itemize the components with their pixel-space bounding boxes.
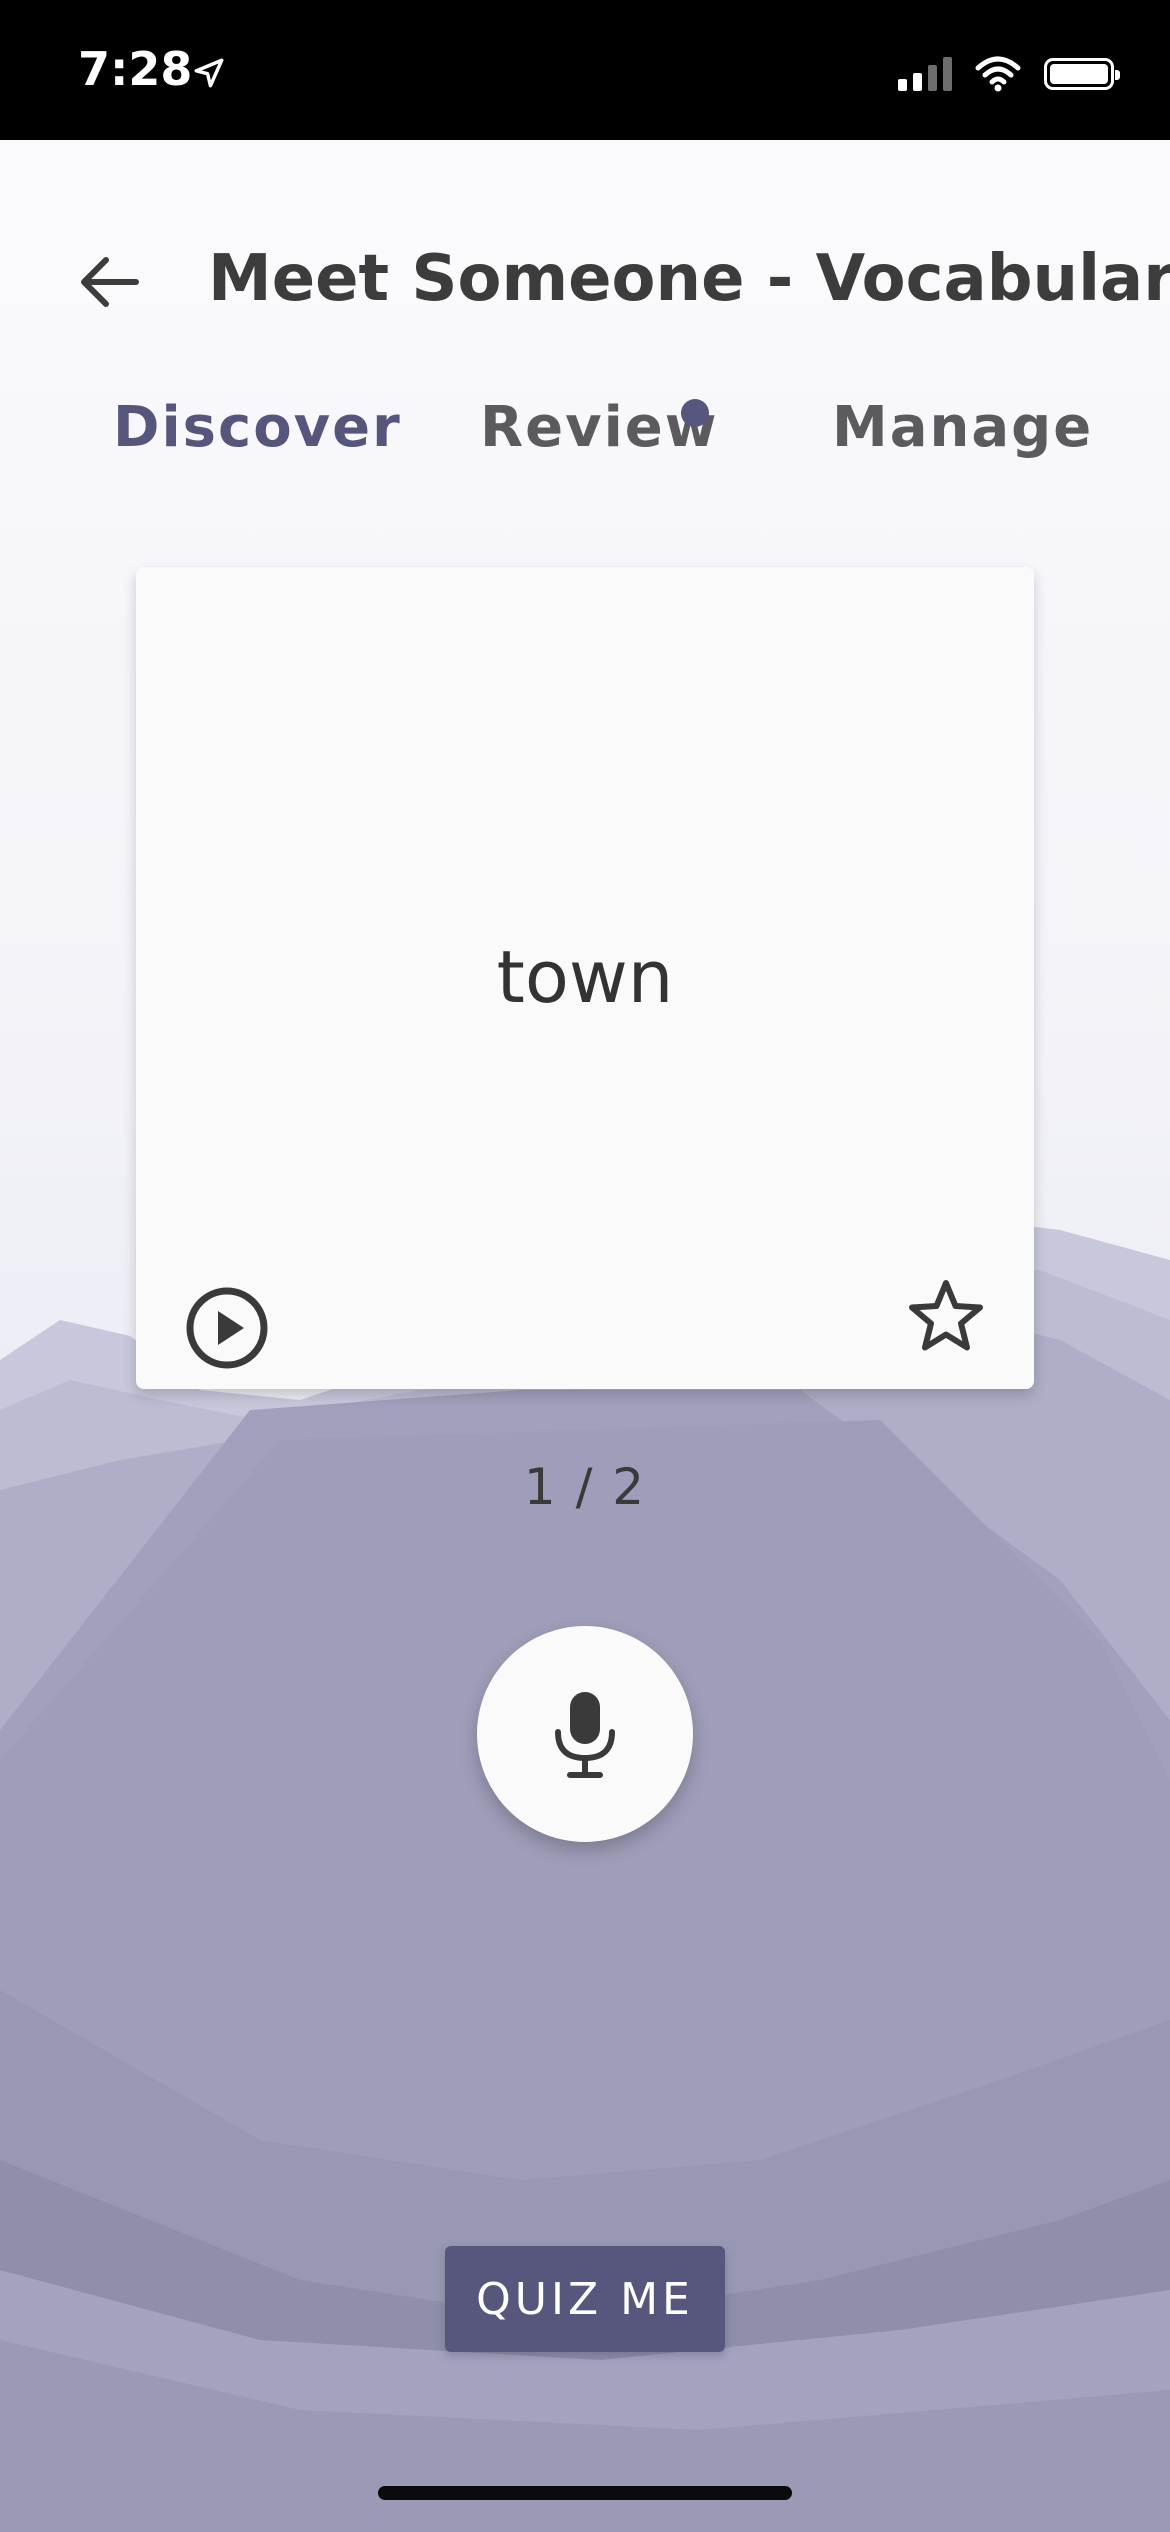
star-outline-icon[interactable] (906, 1277, 986, 1357)
microphone-button[interactable] (477, 1626, 693, 1842)
flashcard-word: town (496, 935, 674, 1019)
back-button[interactable] (72, 244, 148, 320)
battery-icon (1044, 58, 1120, 90)
location-arrow-icon (194, 58, 224, 88)
card-counter: 1 / 2 (523, 1458, 647, 1516)
page-title: Meet Someone - Vocabulary (208, 242, 1170, 316)
review-badge-dot (681, 399, 709, 427)
status-time: 7:28 (78, 42, 193, 96)
tab-bar: Discover Review Manage (0, 395, 1170, 475)
home-indicator[interactable] (378, 2486, 792, 2500)
status-icons (898, 56, 1120, 92)
wifi-icon (975, 56, 1021, 92)
signal-icon (898, 57, 952, 91)
header: Meet Someone - Vocabulary (0, 140, 1170, 316)
microphone-icon (555, 1692, 615, 1778)
quiz-me-button[interactable]: QUIZ ME (445, 2246, 725, 2352)
flashcard[interactable]: town (136, 567, 1034, 1389)
tab-manage[interactable]: Manage (832, 395, 1093, 460)
arrow-left-icon (81, 257, 139, 307)
play-circle-icon[interactable] (184, 1285, 270, 1371)
tab-discover[interactable]: Discover (113, 395, 402, 460)
status-bar: 7:28 (0, 0, 1170, 140)
